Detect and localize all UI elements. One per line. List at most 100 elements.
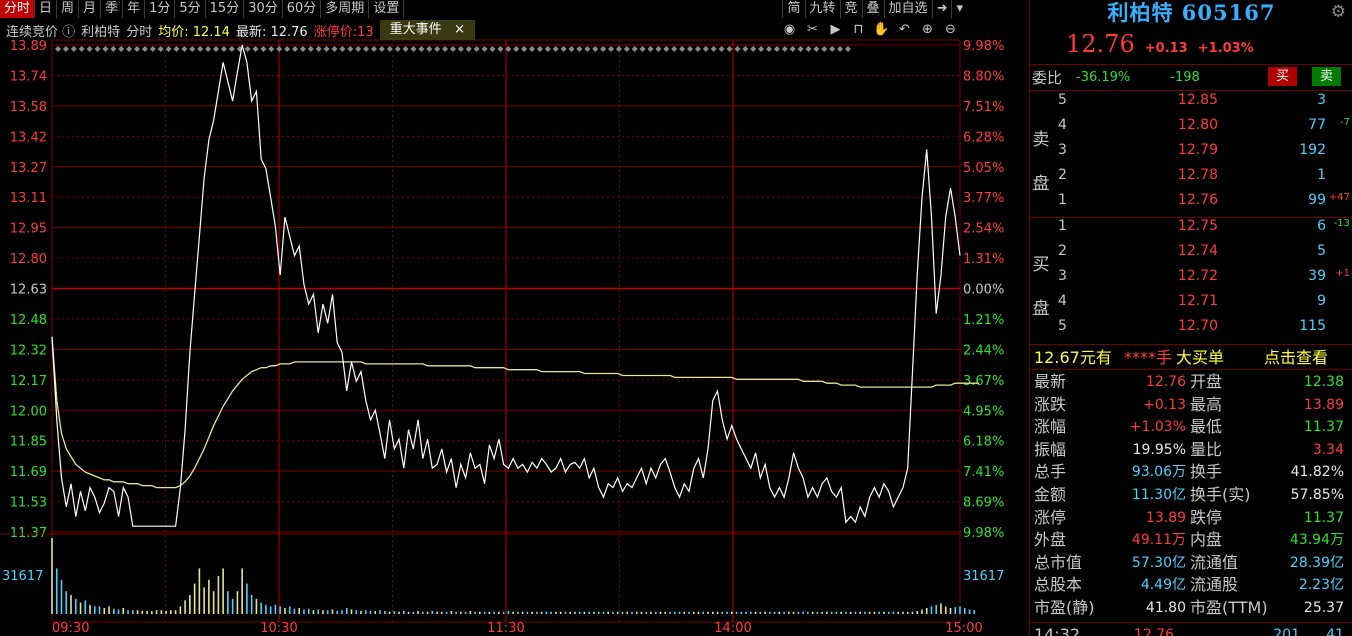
y-tick-right: 5.05% <box>963 161 1004 176</box>
stat-value: 11.37 <box>1303 419 1344 436</box>
y-tick-right: 7.41% <box>963 465 1004 480</box>
lock-icon[interactable]: ⊓ <box>850 22 867 38</box>
event-marker <box>679 46 686 52</box>
stat-label: 内盘 <box>1190 530 1223 550</box>
period-tab-3[interactable]: 月 <box>79 0 102 18</box>
buy-button[interactable]: 买 <box>1268 67 1297 86</box>
event-marker <box>276 46 283 52</box>
y-tick-left: 12.80 <box>10 252 47 267</box>
ask-level-row[interactable]: 4 12.80 77 -7 <box>1030 117 1352 142</box>
period-tab-6[interactable]: 1分 <box>145 0 176 18</box>
ask-level-row[interactable]: 3 12.79 192 <box>1030 142 1352 167</box>
period-tab-0[interactable]: 分时 <box>0 0 36 18</box>
stat-label: 跌停 <box>1190 507 1223 527</box>
event-marker <box>55 46 61 52</box>
x-tick-label: 15:00 <box>945 621 982 636</box>
bid-level-row[interactable]: 2 12.74 5 <box>1030 243 1352 268</box>
y-tick-right: 9.98% <box>963 39 1004 54</box>
stat-label: 总市值 <box>1034 552 1083 572</box>
period-tab-5[interactable]: 年 <box>123 0 146 18</box>
level-price: 12.71 <box>1177 293 1218 309</box>
stat-value: 3.34 <box>1312 441 1344 458</box>
event-marker <box>118 46 125 52</box>
event-marker <box>268 46 275 52</box>
toolbar-button-6[interactable]: ▾ <box>951 0 967 18</box>
ask-level-row[interactable]: 1 12.76 99 +47 <box>1030 192 1352 217</box>
bid-level-row[interactable]: 3 12.72 39 +1 <box>1030 268 1352 293</box>
stat-value: 13.89 <box>1145 509 1186 526</box>
stat-value: 12.76 <box>1145 374 1186 390</box>
event-marker <box>220 46 227 52</box>
period-tab-7[interactable]: 5分 <box>175 0 206 18</box>
gear-icon[interactable]: ⚙ <box>1331 2 1346 22</box>
big-order-link[interactable]: 点击查看 <box>1264 347 1328 369</box>
toolbar-button-4[interactable]: 加自选 <box>883 0 932 18</box>
event-marker <box>228 46 235 52</box>
level-number: 5 <box>1058 92 1067 108</box>
event-marker <box>529 46 535 52</box>
big-order-price: 12.67元有 <box>1034 348 1112 367</box>
bid-level-row[interactable]: 5 12.70 115 <box>1030 318 1352 343</box>
period-tab-12[interactable]: 设置 <box>369 0 405 18</box>
stat-row: 金额 11.30亿 换手(实) 57.85% <box>1030 484 1352 507</box>
event-marker <box>702 46 709 52</box>
y-tick-left: 12.00 <box>10 404 47 419</box>
y-tick-right: 7.51% <box>963 100 1004 115</box>
bid-level-row[interactable]: 4 12.71 9 <box>1030 293 1352 318</box>
event-marker <box>126 46 133 52</box>
event-marker <box>694 46 701 52</box>
period-tab-2[interactable]: 周 <box>57 0 80 18</box>
level-number: 5 <box>1058 318 1067 334</box>
event-marker <box>560 46 567 52</box>
event-marker <box>315 46 322 52</box>
event-marker <box>402 46 409 52</box>
stat-label: 涨停 <box>1034 507 1067 527</box>
event-marker <box>568 46 575 52</box>
zoom-in-icon[interactable]: ⊕ <box>919 22 936 38</box>
stat-value: 11.37 <box>1303 509 1344 526</box>
level-volume: 1 <box>1317 167 1326 183</box>
event-marker <box>742 46 749 52</box>
period-tab-10[interactable]: 60分 <box>283 0 322 18</box>
period-tab-11[interactable]: 多周期 <box>321 0 370 18</box>
stat-label: 换手(实) <box>1190 485 1251 504</box>
scissors-icon[interactable]: ✂ <box>804 22 821 38</box>
event-marker <box>513 46 520 52</box>
hand-icon[interactable]: ✋ <box>873 22 890 38</box>
intraday-chart[interactable]: 13.89 9.98% 13.74 8.80% 13.58 7.51% 13.42 6.28%… <box>0 0 1027 636</box>
quote-panel: 利柏特 605167 ⚙ 12.76 +0.13 +1.03% 委比 -36.1… <box>1029 0 1352 636</box>
big-order-row[interactable]: 12.67元有 ****手 大买单 点击查看 <box>1030 347 1352 369</box>
period-tab-4[interactable]: 季 <box>101 0 124 18</box>
level-volume: 115 <box>1299 318 1326 334</box>
ask-level-row[interactable]: 2 12.78 1 <box>1030 167 1352 192</box>
event-marker <box>94 46 101 52</box>
zoom-out-icon[interactable]: ⊖ <box>942 22 959 38</box>
order-ratio-row: 委比 -36.19% -198 <box>1030 66 1352 88</box>
event-marker <box>434 46 441 52</box>
y-tick-left: 13.74 <box>10 69 47 84</box>
event-marker <box>418 46 425 52</box>
period-tab-1[interactable]: 日 <box>35 0 58 18</box>
play-icon[interactable]: ▶ <box>827 22 844 38</box>
y-tick-left: 13.89 <box>10 39 47 54</box>
undo-icon[interactable]: ↶ <box>896 22 913 38</box>
x-tick-label: 09:30 <box>52 621 89 636</box>
eye-icon[interactable]: ◉ <box>781 22 798 38</box>
avg-price-line <box>51 336 979 489</box>
sell-button[interactable]: 卖 <box>1312 67 1341 86</box>
period-tab-8[interactable]: 15分 <box>206 0 245 18</box>
toolbar-button-3[interactable]: 叠 <box>861 0 884 18</box>
stat-value: 93.06万 <box>1131 464 1186 481</box>
toolbar-button-0[interactable]: 简 <box>782 0 804 18</box>
stat-row: 总股本 4.49亿 流通股 2.23亿 <box>1030 574 1352 597</box>
major-event-tag[interactable]: 重大事件 × <box>379 20 475 40</box>
stat-label: 总股本 <box>1034 575 1083 595</box>
event-marker <box>663 46 670 52</box>
toolbar-button-5[interactable]: ➜ <box>931 0 952 18</box>
period-tab-9[interactable]: 30分 <box>244 0 283 18</box>
ask-level-row[interactable]: 5 12.85 3 <box>1030 92 1352 117</box>
bid-level-row[interactable]: 1 12.75 6 -13 <box>1030 218 1352 243</box>
event-marker <box>592 46 599 52</box>
toolbar-button-2[interactable]: 竞 <box>839 0 862 18</box>
toolbar-button-1[interactable]: 九转 <box>804 0 840 18</box>
